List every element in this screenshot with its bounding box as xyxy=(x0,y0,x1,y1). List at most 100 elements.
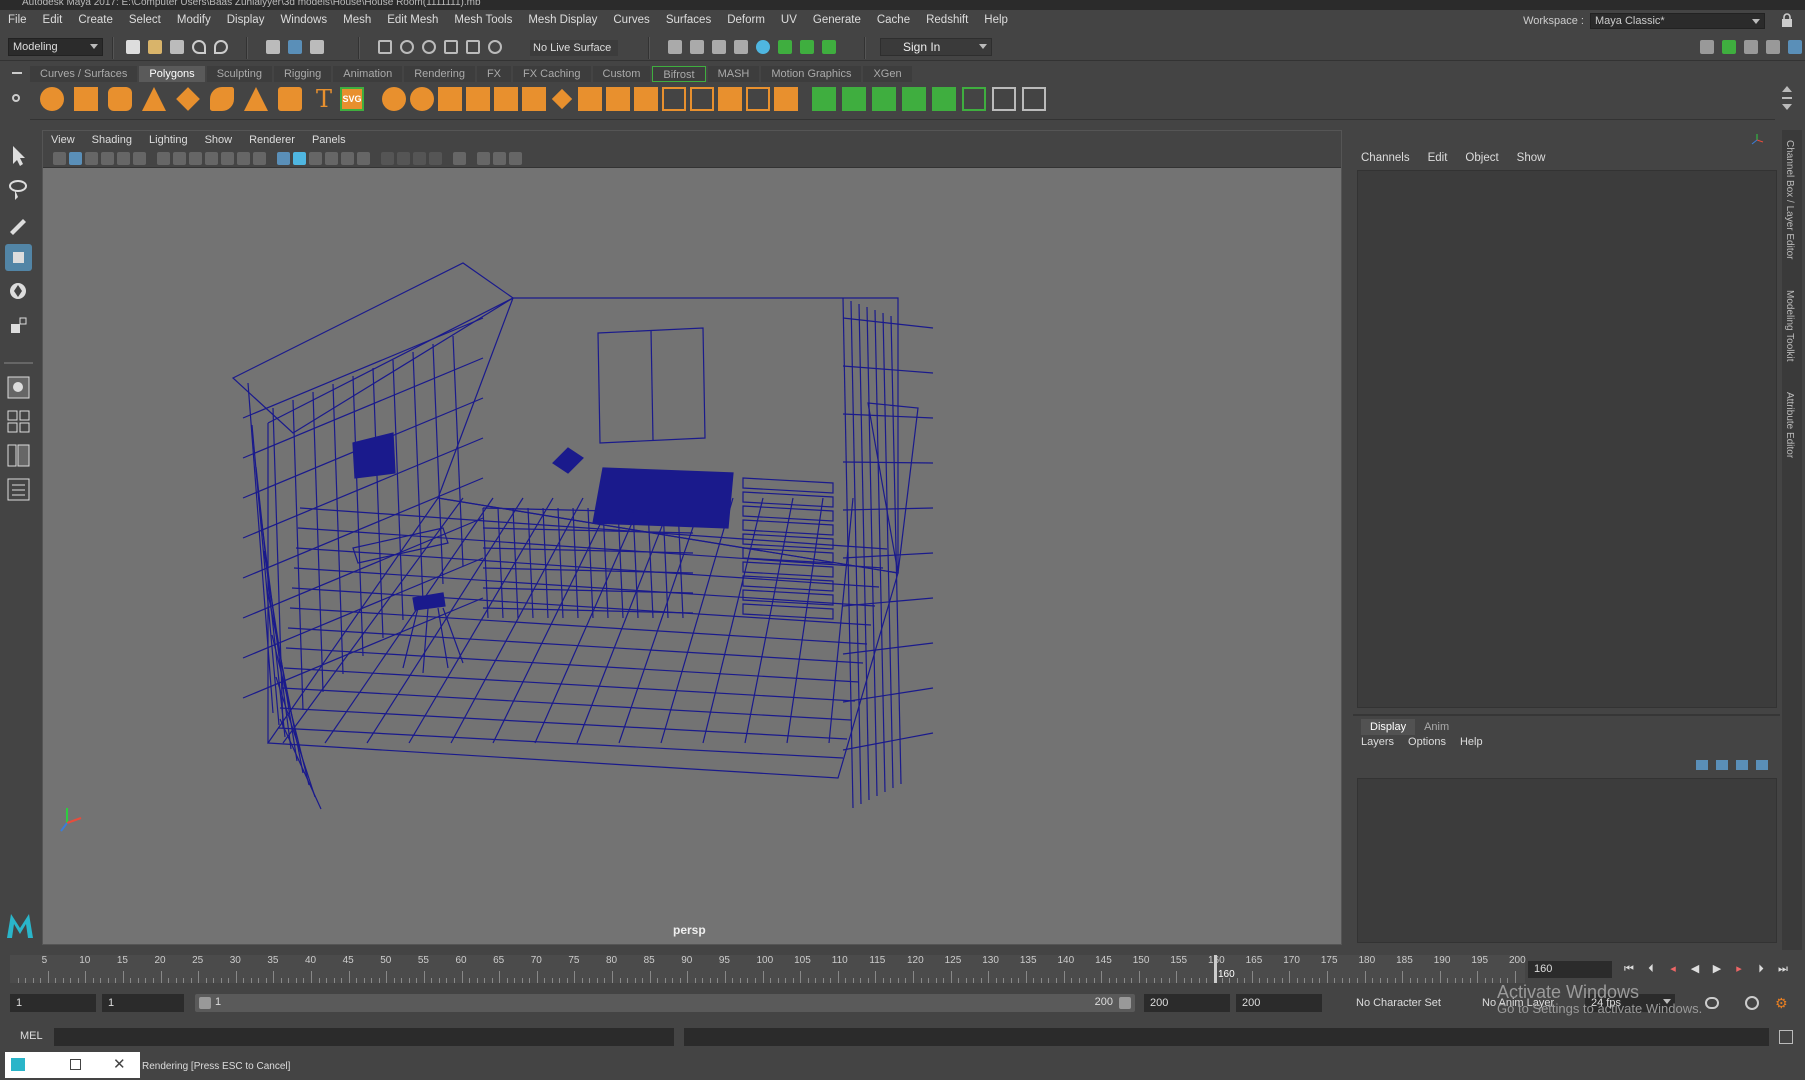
wireframe-on-shaded-icon[interactable] xyxy=(309,152,322,165)
menu-mesh-tools[interactable]: Mesh Tools xyxy=(446,14,520,26)
panel-menu-shading[interactable]: Shading xyxy=(92,134,132,146)
redo-icon[interactable] xyxy=(214,40,228,54)
move-tool-icon[interactable] xyxy=(5,244,32,271)
xray-active-components-icon[interactable] xyxy=(493,152,506,165)
menu-curves[interactable]: Curves xyxy=(605,14,657,26)
toggle-outliner-icon[interactable] xyxy=(1700,40,1714,54)
toggle-modeling-toolkit-icon[interactable] xyxy=(1722,40,1736,54)
animation-preferences-icon[interactable]: ⚙ xyxy=(1775,995,1791,1011)
motion-blur-icon[interactable] xyxy=(397,152,410,165)
wireframe-icon[interactable] xyxy=(277,152,290,165)
select-hierarchy-icon[interactable] xyxy=(266,40,280,54)
sign-in-button[interactable]: Sign In xyxy=(880,38,992,56)
toggle-channel-box-icon[interactable] xyxy=(1788,40,1802,54)
script-editor-icon[interactable] xyxy=(1779,1030,1793,1044)
lock-icon[interactable] xyxy=(1781,13,1793,27)
options-menu[interactable]: Options xyxy=(1408,736,1446,748)
range-end-handle[interactable] xyxy=(1119,997,1131,1009)
panel-menu-panels[interactable]: Panels xyxy=(312,134,346,146)
shelf-tab-bifrost[interactable]: Bifrost xyxy=(652,66,706,82)
circularize-icon[interactable] xyxy=(746,87,770,111)
step-back-frame-icon[interactable]: ⏴ xyxy=(1642,961,1660,977)
select-component-icon[interactable] xyxy=(310,40,324,54)
show-menu[interactable]: Show xyxy=(1517,152,1546,164)
save-scene-icon[interactable] xyxy=(170,40,184,54)
menu-file[interactable]: File xyxy=(0,14,35,26)
panel-menu-renderer[interactable]: Renderer xyxy=(249,134,295,146)
menu-mesh[interactable]: Mesh xyxy=(335,14,379,26)
modeling-toolkit-icon[interactable] xyxy=(778,40,792,54)
menu-generate[interactable]: Generate xyxy=(805,14,869,26)
separate-icon[interactable] xyxy=(410,87,434,111)
target-weld-icon[interactable] xyxy=(662,87,686,111)
snap-point-icon[interactable] xyxy=(422,40,436,54)
perspective-scene[interactable] xyxy=(43,168,1341,944)
uv-cylindrical-icon[interactable] xyxy=(842,87,866,111)
menu-redshift[interactable]: Redshift xyxy=(918,14,976,26)
extrude-icon[interactable] xyxy=(494,87,518,111)
use-all-lights-icon[interactable] xyxy=(341,152,354,165)
shelf-tab-rendering[interactable]: Rendering xyxy=(404,66,475,82)
panel-menu-show[interactable]: Show xyxy=(205,134,233,146)
character-set-dropdown[interactable]: No Character Set xyxy=(1350,994,1454,1012)
poly-cube-icon[interactable] xyxy=(74,87,98,111)
gate-mask-icon[interactable] xyxy=(205,152,218,165)
isolate-select-icon[interactable] xyxy=(453,152,466,165)
channel-box-icon[interactable] xyxy=(822,40,836,54)
bridge-icon[interactable] xyxy=(522,87,546,111)
command-input[interactable] xyxy=(54,1028,674,1046)
single-perspective-view-icon[interactable] xyxy=(5,374,32,401)
grid-toggle-icon[interactable] xyxy=(157,152,170,165)
scale-tool-icon[interactable] xyxy=(5,312,32,339)
shadows-icon[interactable] xyxy=(357,152,370,165)
menu-help[interactable]: Help xyxy=(976,14,1016,26)
time-ruler[interactable]: 5 10 15 20 25 30 35 40 45 50 55 60 65 70 75 80 85 90 95 100… xyxy=(10,955,1526,983)
current-time-marker[interactable] xyxy=(1214,955,1217,983)
shelf-tab-polygons[interactable]: Polygons xyxy=(139,66,205,82)
render-settings-icon[interactable] xyxy=(712,40,726,54)
grease-pencil-icon[interactable] xyxy=(133,152,146,165)
help-menu[interactable]: Help xyxy=(1460,736,1483,748)
fill-hole-icon[interactable] xyxy=(774,87,798,111)
ipr-render-icon[interactable] xyxy=(690,40,704,54)
snap-grid-icon[interactable] xyxy=(378,40,392,54)
shelf-tab-curves-surfaces[interactable]: Curves / Surfaces xyxy=(30,66,138,82)
chevron-down-icon[interactable] xyxy=(1782,104,1792,110)
uv-editor-icon[interactable] xyxy=(962,87,986,111)
playback-start-field[interactable]: 1 xyxy=(102,994,184,1012)
poke-icon[interactable] xyxy=(690,87,714,111)
combine-icon[interactable] xyxy=(382,87,406,111)
resolution-gate-icon[interactable] xyxy=(189,152,202,165)
select-camera-icon[interactable] xyxy=(53,152,66,165)
channels-menu[interactable]: Channels xyxy=(1361,152,1410,164)
bookmarks-icon[interactable] xyxy=(85,152,98,165)
rotate-tool-icon[interactable] xyxy=(5,278,32,305)
new-layer-from-selected-icon[interactable] xyxy=(1756,760,1768,770)
close-icon[interactable]: ✕ xyxy=(113,1055,126,1073)
mirror-icon[interactable] xyxy=(438,87,462,111)
image-plane-icon[interactable] xyxy=(101,152,114,165)
four-view-icon[interactable] xyxy=(5,408,32,435)
wedge-icon[interactable] xyxy=(718,87,742,111)
shelf-tab-mash[interactable]: MASH xyxy=(707,66,760,82)
poly-pipe-icon[interactable] xyxy=(278,87,302,111)
smooth-shade-all-icon[interactable] xyxy=(293,152,306,165)
layer-list[interactable] xyxy=(1357,778,1777,943)
attribute-editor-icon[interactable] xyxy=(800,40,814,54)
minimized-window-bar[interactable]: ✕ xyxy=(5,1052,140,1078)
uv-spherical-icon[interactable] xyxy=(872,87,896,111)
screen-space-ao-icon[interactable] xyxy=(381,152,394,165)
uv-layout-icon[interactable] xyxy=(992,87,1016,111)
new-scene-icon[interactable] xyxy=(126,40,140,54)
poly-cone-icon[interactable] xyxy=(142,87,166,111)
shelf-tab-sculpting[interactable]: Sculpting xyxy=(206,66,272,82)
menu-create[interactable]: Create xyxy=(70,14,121,26)
side-tab-attribute-editor[interactable]: Attribute Editor xyxy=(1784,392,1795,458)
multi-cut-icon[interactable] xyxy=(634,87,658,111)
channel-box-content[interactable] xyxy=(1357,170,1777,708)
shelf-tab-custom[interactable]: Custom xyxy=(592,66,651,82)
shelf-tab-rigging[interactable]: Rigging xyxy=(273,66,332,82)
menu-windows[interactable]: Windows xyxy=(272,14,335,26)
depth-of-field-icon[interactable] xyxy=(429,152,442,165)
playback-range-bar[interactable]: 1 200 xyxy=(195,994,1135,1012)
